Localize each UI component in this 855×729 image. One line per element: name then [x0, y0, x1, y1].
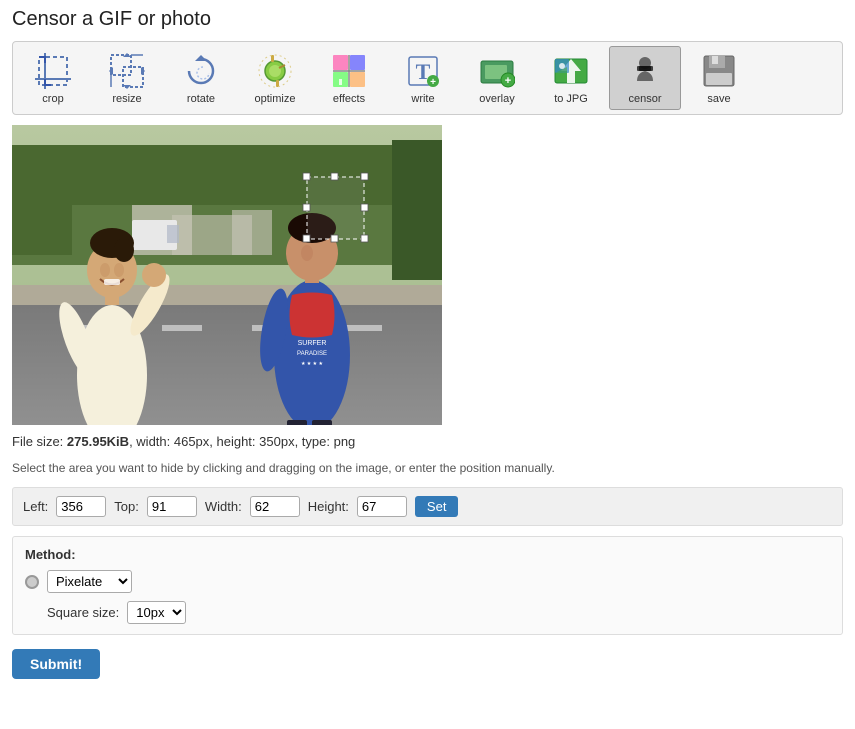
crop-icon [33, 51, 73, 91]
method-row: Pixelate Blur Black bar [25, 570, 830, 593]
set-button[interactable]: Set [415, 496, 459, 517]
svg-text:+: + [430, 77, 436, 88]
toolbar-btn-censor[interactable]: censor [609, 46, 681, 110]
height-input[interactable] [357, 496, 407, 517]
submit-button[interactable]: Submit! [12, 649, 100, 679]
write-icon: T + [403, 51, 443, 91]
overlay-icon: + [477, 51, 517, 91]
file-info: File size: 275.95KiB, width: 465px, heig… [12, 434, 843, 449]
save-icon [699, 51, 739, 91]
top-label: Top: [114, 499, 139, 514]
resize-icon [107, 51, 147, 91]
toolbar-btn-save[interactable]: save [683, 46, 755, 110]
toolbar-btn-optimize[interactable]: optimize [239, 46, 311, 110]
left-label: Left: [23, 499, 48, 514]
method-section: Method: Pixelate Blur Black bar Square s… [12, 536, 843, 635]
rotate-icon [181, 51, 221, 91]
optimize-icon [255, 51, 295, 91]
square-size-row: Square size: 5px 10px 15px 20px [25, 601, 830, 624]
optimize-label: optimize [255, 93, 296, 105]
left-input[interactable] [56, 496, 106, 517]
square-size-label: Square size: [47, 605, 119, 620]
square-size-select[interactable]: 5px 10px 15px 20px [127, 601, 186, 624]
method-radio[interactable] [25, 575, 39, 589]
tojpg-icon [551, 51, 591, 91]
width-input[interactable] [250, 496, 300, 517]
toolbar: crop resize rotate [12, 41, 843, 115]
effects-label: effects [333, 93, 365, 105]
rotate-label: rotate [187, 93, 215, 105]
page-title: Censor a GIF or photo [12, 8, 843, 31]
overlay-label: overlay [479, 93, 514, 105]
toolbar-btn-effects[interactable]: effects [313, 46, 385, 110]
save-label: save [707, 93, 730, 105]
main-image[interactable]: SURFER PARADISE ★ ★ ★ ★ [12, 125, 442, 425]
resize-label: resize [112, 93, 141, 105]
toolbar-btn-crop[interactable]: crop [17, 46, 89, 110]
tojpg-label: to JPG [554, 93, 588, 105]
toolbar-btn-write[interactable]: T + write [387, 46, 459, 110]
write-label: write [411, 93, 434, 105]
instructions-text: Select the area you want to hide by clic… [12, 457, 843, 479]
method-select[interactable]: Pixelate Blur Black bar [47, 570, 132, 593]
position-row: Left: Top: Width: Height: Set [12, 487, 843, 526]
toolbar-btn-rotate[interactable]: rotate [165, 46, 237, 110]
selection-overlay [303, 173, 368, 242]
width-label: Width: [205, 499, 242, 514]
svg-text:PARADISE: PARADISE [297, 351, 327, 357]
height-label: Height: [308, 499, 349, 514]
file-info-prefix: File size: [12, 434, 67, 449]
censor-icon [625, 51, 665, 91]
svg-text:★ ★ ★ ★: ★ ★ ★ ★ [301, 361, 324, 367]
toolbar-btn-tojpg[interactable]: to JPG [535, 46, 607, 110]
file-size: 275.95KiB [67, 434, 129, 449]
toolbar-btn-resize[interactable]: resize [91, 46, 163, 110]
crop-label: crop [42, 93, 63, 105]
svg-text:SURFER: SURFER [298, 340, 327, 347]
svg-text:+: + [505, 75, 511, 87]
toolbar-btn-overlay[interactable]: + overlay [461, 46, 533, 110]
image-container[interactable]: SURFER PARADISE ★ ★ ★ ★ [12, 125, 442, 425]
top-input[interactable] [147, 496, 197, 517]
method-label: Method: [25, 547, 830, 562]
file-info-suffix: , width: 465px, height: 350px, type: png [129, 434, 355, 449]
effects-icon [329, 51, 369, 91]
censor-label: censor [628, 93, 661, 105]
